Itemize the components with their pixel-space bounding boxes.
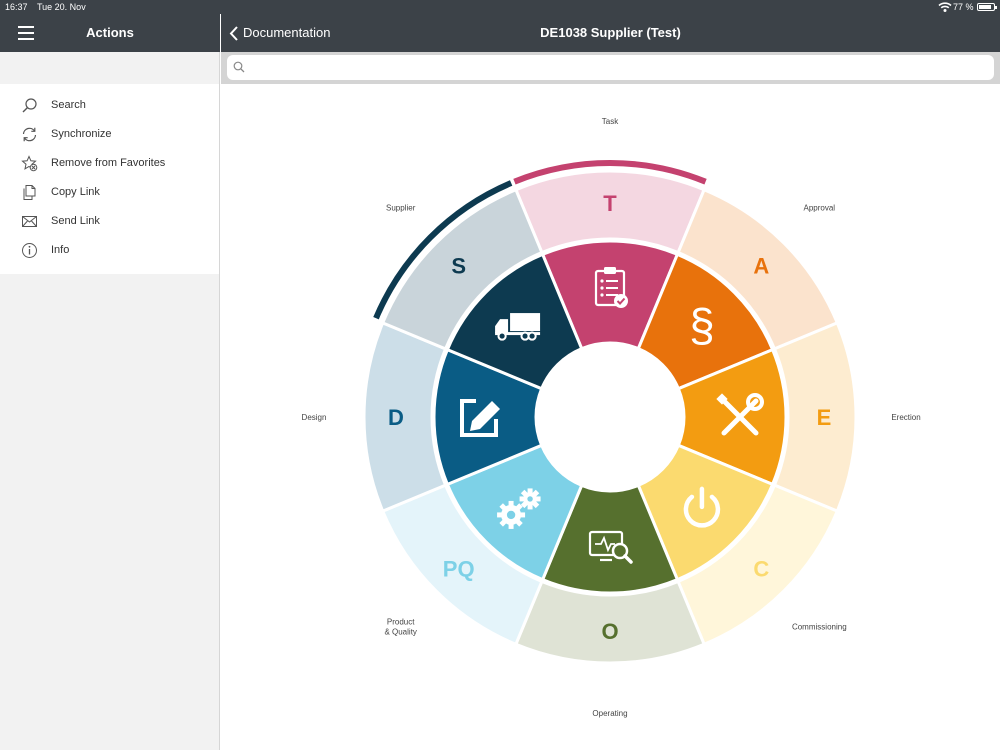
svg-text:§: § — [689, 299, 715, 351]
battery-icon — [977, 3, 997, 11]
star-remove-icon — [21, 155, 38, 172]
sidebar-header: Actions — [0, 14, 220, 52]
paragraph-icon: § — [689, 299, 715, 351]
menu-item-label: Send Link — [51, 215, 100, 227]
menu-item-send-link[interactable]: Send Link — [0, 207, 219, 236]
segment-letter: D — [388, 405, 404, 430]
wheel-center — [536, 343, 684, 491]
menu-item-search[interactable]: Search — [0, 91, 219, 120]
segment-label: Operating — [592, 709, 627, 718]
menu-item-label: Search — [51, 99, 86, 111]
menu-item-remove-favorites[interactable]: Remove from Favorites — [0, 149, 219, 178]
page-title: DE1038 Supplier (Test) — [540, 25, 681, 40]
menu-item-label: Info — [51, 244, 70, 256]
status-bar: 16:37 Tue 20. Nov 77 % — [0, 0, 1000, 14]
segment-label: Product & Quality — [384, 617, 416, 636]
segment-letter: O — [601, 619, 618, 644]
segment-letter: PQ — [443, 556, 475, 581]
battery-percentage: 77 % — [953, 2, 974, 12]
segment-letter: A — [753, 254, 769, 279]
segment-letter: C — [753, 556, 769, 581]
lifecycle-wheel: T Task A § Approval E Erection C Commissioning O O… — [221, 84, 1000, 750]
main-header: DE1038 Supplier (Test) Documentation — [221, 14, 1000, 52]
menu-item-label: Copy Link — [51, 186, 100, 198]
segment-letter: E — [817, 405, 832, 430]
search-input[interactable] — [227, 55, 994, 80]
segment-letter: S — [451, 254, 466, 279]
menu-item-label: Remove from Favorites — [51, 157, 166, 169]
back-button-label: Documentation — [243, 25, 331, 40]
chevron-left-icon — [229, 26, 238, 41]
segment-letter: T — [603, 191, 617, 216]
segment-label: Commissioning — [792, 622, 847, 631]
menu-item-synchronize[interactable]: Synchronize — [0, 120, 219, 149]
menu-item-info[interactable]: Info — [0, 236, 219, 265]
status-date: Tue 20. Nov — [37, 2, 86, 12]
info-icon — [22, 243, 37, 258]
menu-item-label: Synchronize — [51, 128, 112, 140]
copy-icon — [23, 185, 36, 200]
menu-item-copy-link[interactable]: Copy Link — [0, 178, 219, 207]
search-bar — [221, 52, 1000, 84]
wifi-icon — [938, 2, 952, 12]
segment-label: Approval — [804, 204, 836, 213]
mail-icon — [22, 216, 37, 227]
actions-menu: Search Synchronize Remove from Favorites — [0, 84, 219, 274]
search-icon — [233, 61, 245, 73]
lifecycle-wheel-graphic: T Task A § Approval E Erection C Commissioning O O… — [302, 117, 921, 718]
hamburger-menu-icon[interactable] — [18, 26, 34, 40]
status-time: 16:37 — [5, 2, 28, 12]
sync-icon — [22, 127, 37, 142]
segment-label: Task — [602, 117, 619, 126]
segment-label: Erection — [891, 413, 920, 422]
segment-label: Supplier — [386, 204, 416, 213]
sidebar: Actions Search Synchronize Remove from F… — [0, 0, 220, 750]
search-icon — [22, 98, 37, 113]
segment-label: Design — [302, 413, 327, 422]
